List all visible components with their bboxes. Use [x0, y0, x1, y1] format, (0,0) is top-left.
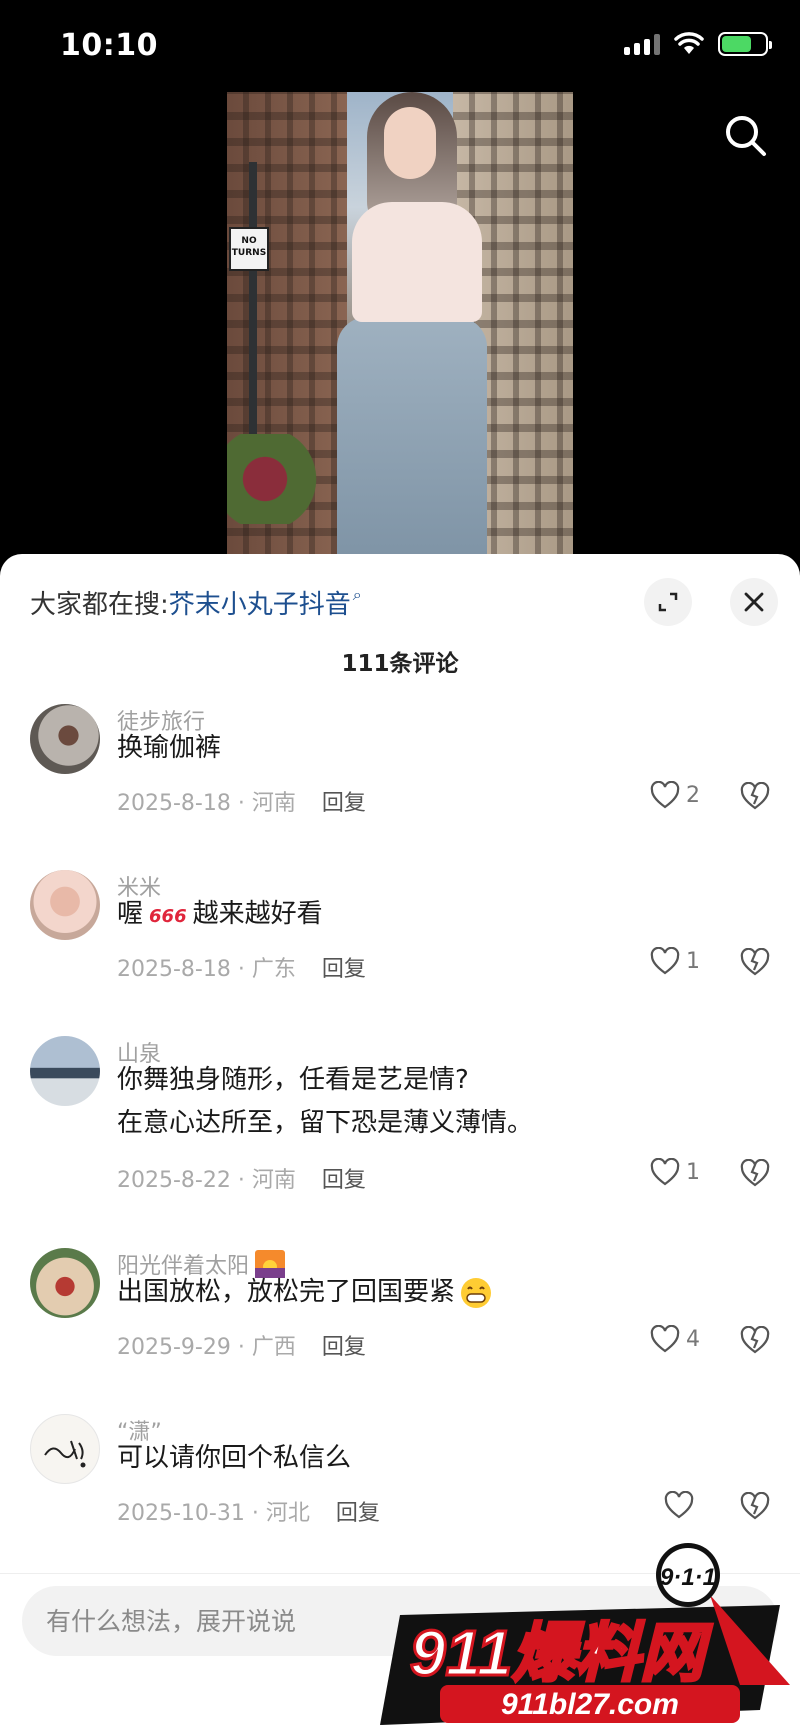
- comment-text-line1: 你舞独身随形，任看是艺是情?: [117, 1065, 469, 1095]
- comment-meta: 2025-8-18 · 广东 回复: [117, 951, 366, 983]
- comment-text-part: 喔: [117, 899, 144, 929]
- like-button[interactable]: 1: [650, 1158, 700, 1186]
- emoji-666: 666: [149, 906, 187, 927]
- like-count: 4: [686, 1326, 700, 1352]
- comment-meta: 2025-9-29 · 广西 回复: [117, 1329, 366, 1361]
- comment-count: 111条评论: [341, 651, 459, 677]
- flower-planter: [227, 434, 322, 524]
- like-button[interactable]: 1: [650, 947, 700, 975]
- broken-heart-icon[interactable]: [740, 1159, 770, 1187]
- comment-date-location: 2025-8-18 · 河南: [117, 791, 296, 816]
- like-count: 2: [686, 782, 700, 808]
- like-count: 1: [686, 1159, 700, 1185]
- like-button[interactable]: [664, 1491, 700, 1519]
- comment-meta: 2025-8-18 · 河南 回复: [117, 785, 366, 817]
- comment-meta: 2025-8-22 · 河南 回复: [117, 1162, 366, 1194]
- like-button[interactable]: 4: [650, 1325, 700, 1353]
- video-player[interactable]: NO TURNS: [0, 92, 800, 554]
- comment-text-line2: 在意心达所至，留下恐是薄义薄情。: [117, 1108, 534, 1138]
- hot-search-magnifier-icon: ⌕: [352, 584, 362, 604]
- expand-icon: [658, 592, 678, 612]
- close-button[interactable]: [730, 578, 778, 626]
- like-button[interactable]: 2: [650, 781, 700, 809]
- heart-icon: [650, 1325, 680, 1353]
- comment-meta: 2025-10-31 · 河北 回复: [117, 1495, 380, 1527]
- heart-icon: [650, 947, 680, 975]
- cellular-signal-icon: [624, 33, 660, 55]
- battery-icon: [718, 32, 772, 56]
- comment-text-part: 越来越好看: [192, 899, 323, 929]
- status-bar: 10:10: [0, 0, 800, 92]
- grin-emoji-icon: [461, 1277, 492, 1308]
- watermark-main-text: 911爆料网: [410, 1617, 713, 1689]
- broken-heart-icon[interactable]: [740, 1326, 770, 1354]
- search-icon[interactable]: [722, 112, 770, 160]
- like-count: 1: [686, 948, 700, 974]
- heart-icon: [664, 1491, 694, 1519]
- broken-heart-icon[interactable]: [740, 782, 770, 810]
- comment-date-location: 2025-10-31 · 河北: [117, 1501, 310, 1526]
- avatar[interactable]: [30, 1414, 100, 1484]
- hot-search-bar[interactable]: 大家都在搜: 芥末小丸子抖音 ⌕: [30, 584, 362, 621]
- watermark-url-text: 911bl27.com: [501, 1688, 679, 1721]
- hot-search-link[interactable]: 芥末小丸子抖音: [169, 584, 351, 621]
- avatar[interactable]: [30, 704, 100, 774]
- dancer-figure: [322, 92, 492, 554]
- reply-button[interactable]: 回复: [322, 785, 366, 817]
- street-sign: NO TURNS: [229, 227, 269, 271]
- heart-icon: [650, 781, 680, 809]
- reply-button[interactable]: 回复: [322, 951, 366, 983]
- reply-button[interactable]: 回复: [322, 1329, 366, 1361]
- comment-text: 可以请你回个私信么: [117, 1443, 352, 1473]
- watermark-logo: 9·1·1 911爆料网 911bl27.com: [380, 1543, 790, 1725]
- reply-button[interactable]: 回复: [336, 1495, 380, 1527]
- comment-date-location: 2025-8-18 · 广东: [117, 957, 296, 982]
- status-icons: [624, 32, 772, 56]
- broken-heart-icon[interactable]: [740, 1492, 770, 1520]
- comment-text: 喔 666 越来越好看: [117, 891, 323, 940]
- calligraphy-avatar-icon: [44, 1440, 86, 1468]
- comment-text-part: 出国放松，放松完了回国要紧: [117, 1277, 456, 1307]
- video-frame[interactable]: NO TURNS: [227, 92, 573, 554]
- comment-text: 换瑜伽裤: [117, 733, 222, 763]
- avatar[interactable]: [30, 1248, 100, 1318]
- expand-button[interactable]: [644, 578, 692, 626]
- watermark-top-text: 9·1·1: [660, 1564, 716, 1591]
- wifi-icon: [674, 32, 704, 54]
- avatar[interactable]: [30, 1036, 100, 1106]
- status-time: 10:10: [60, 28, 158, 63]
- comment-text: 出国放松，放松完了回国要紧: [117, 1269, 493, 1316]
- heart-icon: [650, 1158, 680, 1186]
- close-icon: [744, 592, 764, 612]
- comment-date-location: 2025-8-22 · 河南: [117, 1168, 296, 1193]
- reply-button[interactable]: 回复: [322, 1162, 366, 1194]
- avatar[interactable]: [30, 870, 100, 940]
- hot-search-prefix: 大家都在搜:: [30, 590, 169, 620]
- comment-date-location: 2025-9-29 · 广西: [117, 1335, 296, 1360]
- broken-heart-icon[interactable]: [740, 948, 770, 976]
